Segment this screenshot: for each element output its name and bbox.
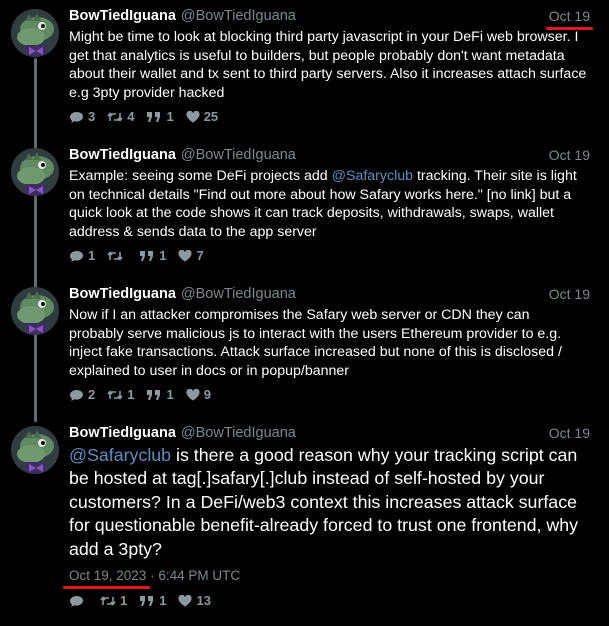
tweet-3[interactable]: BowTiedIguana @BowTiedIguana Oct 19 Now i… [0,278,609,416]
speech-bubble-icon [69,595,84,608]
tweet-text: Now if I an attacker compromises the Saf… [69,307,562,379]
quote-count: 1 [159,248,167,263]
reply-button[interactable]: 1 [69,247,95,265]
like-button[interactable]: 13 [178,592,211,610]
quote-button[interactable]: 1 [146,386,174,404]
author-name[interactable]: BowTiedIguana [69,8,176,24]
tweet-stats: 1 1 13 [69,592,223,610]
like-count: 9 [203,387,211,402]
retweet-button[interactable] [107,250,127,262]
author-handle[interactable]: @BowTiedIguana [181,286,296,302]
speech-bubble-icon [69,389,84,402]
timestamp-time: 6:44 PM UTC [158,568,241,583]
retweet-button[interactable]: 1 [100,592,127,610]
reply-count: 2 [88,387,96,402]
retweet-arrows-icon [100,595,116,607]
avatar[interactable] [11,9,59,57]
tweet-text: Might be time to look at blocking third … [69,29,587,101]
quote-count: 1 [159,593,167,608]
iguana-avatar-icon [11,9,59,57]
tweet-1[interactable]: BowTiedIguana @BowTiedIguana Oct 19 Might… [0,0,609,138]
tweet-text: @Safaryclub is there a good reason why y… [69,444,587,561]
author-name[interactable]: BowTiedIguana [69,286,176,302]
like-button[interactable]: 25 [186,108,218,126]
like-button[interactable]: 9 [186,386,211,404]
tweet-thread: BowTiedIguana @BowTiedIguana Oct 19 Might… [0,0,609,626]
tweet-2[interactable]: BowTiedIguana @BowTiedIguana Oct 19 Examp… [0,139,609,277]
tweet-date[interactable]: Oct 19 [545,7,594,30]
mention-link[interactable]: @Safaryclub [69,445,171,465]
heart-icon [186,111,200,123]
quote-button[interactable]: 1 [139,592,166,610]
tweet-date[interactable]: Oct 19 [549,424,590,442]
text-segment: Example: seeing some DeFi projects add [69,168,332,184]
reply-button[interactable] [69,595,88,608]
quote-marks-icon [139,595,155,607]
mention-link[interactable]: @Safaryclub [332,168,413,184]
speech-bubble-icon [69,250,84,263]
avatar[interactable] [11,426,59,474]
like-count: 25 [203,109,219,124]
retweet-count: 1 [120,593,128,608]
like-button[interactable]: 7 [178,247,204,265]
author-handle[interactable]: @BowTiedIguana [181,8,296,24]
tweet-stats: 3 4 1 25 [69,108,230,126]
avatar[interactable] [11,148,59,196]
author-name[interactable]: BowTiedIguana [69,425,176,441]
tweet-header: BowTiedIguana @BowTiedIguana Oct 19 [69,285,591,303]
tweet-header: BowTiedIguana @BowTiedIguana Oct 19 [69,424,591,442]
quote-count: 1 [166,387,174,402]
tweet-header: BowTiedIguana @BowTiedIguana Oct 19 [69,146,591,164]
timestamp-date: Oct 19, 2023 [69,568,147,583]
quote-marks-icon [146,111,162,123]
tweet-timestamp[interactable]: Oct 19, 2023 · 6:44 PM UTC [69,568,240,583]
iguana-avatar-icon [11,287,59,335]
iguana-avatar-icon [11,426,59,474]
retweet-arrows-icon [107,250,123,262]
reply-count: 1 [88,248,96,263]
tweet-text: Example: seeing some DeFi projects add @… [69,167,587,241]
retweet-count: 1 [127,387,135,402]
author-handle[interactable]: @BowTiedIguana [181,147,296,163]
quote-marks-icon [146,389,162,401]
tweet-4-main[interactable]: BowTiedIguana @BowTiedIguana Oct 19 @Safa… [0,417,609,626]
retweet-arrows-icon [107,389,123,401]
tweet-header: BowTiedIguana @BowTiedIguana Oct 19 [69,7,594,30]
like-count: 13 [196,593,211,608]
heart-icon [178,250,192,262]
quote-marks-icon [139,250,155,262]
tweet-date[interactable]: Oct 19 [549,146,590,164]
retweet-button[interactable]: 1 [107,386,134,404]
like-count: 7 [196,248,204,263]
retweet-count: 4 [127,109,135,124]
heart-icon [178,595,192,607]
tweet-stats: 2 1 1 9 [69,386,223,404]
quote-count: 1 [166,109,174,124]
author-name[interactable]: BowTiedIguana [69,147,176,163]
reply-button[interactable]: 3 [69,108,95,126]
author-handle[interactable]: @BowTiedIguana [181,425,296,441]
tweet-stats: 1 1 7 [69,247,216,265]
iguana-avatar-icon [11,148,59,196]
heart-icon [186,389,200,401]
reply-count: 3 [88,109,96,124]
timestamp-separator: · [146,568,159,583]
retweet-button[interactable]: 4 [107,108,134,126]
tweet-date[interactable]: Oct 19 [549,285,590,303]
speech-bubble-icon [69,111,84,124]
reply-button[interactable]: 2 [69,386,95,404]
quote-button[interactable]: 1 [146,108,174,126]
quote-button[interactable]: 1 [139,247,166,265]
avatar[interactable] [11,287,59,335]
retweet-arrows-icon [107,111,123,123]
